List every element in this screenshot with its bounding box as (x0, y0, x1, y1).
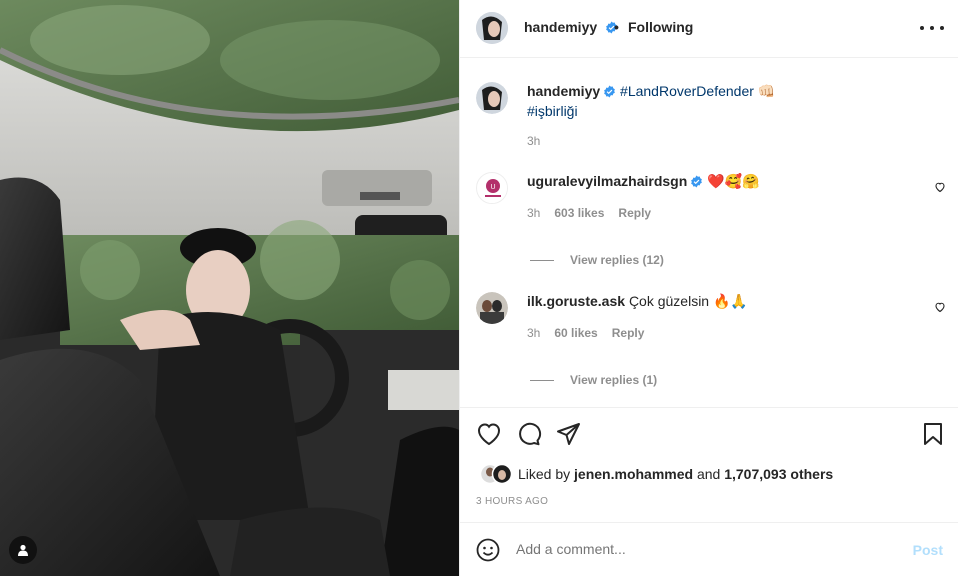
divider-line (530, 379, 554, 381)
caption-meta: 3h (527, 134, 540, 148)
likes-count[interactable]: 1,707,093 others (724, 466, 833, 482)
hashtag-link[interactable]: #işbirliği (527, 103, 578, 119)
comments-section[interactable]: handemiyy #LandRoverDefender 👊🏻 #işbirli… (460, 59, 958, 407)
following-button[interactable]: Following (628, 19, 693, 35)
reply-button[interactable]: Reply (612, 326, 645, 340)
caption-row: handemiyy #LandRoverDefender 👊🏻 #işbirli… (476, 82, 946, 152)
caption-text: handemiyy #LandRoverDefender 👊🏻 #işbirli… (527, 82, 927, 120)
heart-icon[interactable] (934, 300, 946, 318)
commenter-username[interactable]: ilk.goruste.ask (527, 293, 625, 309)
separator-dot: • (614, 19, 619, 35)
comment-item: U uguralevyilmazhairdsgn ❤️🥰🤗 3h 603 like… (476, 172, 946, 272)
comment-time[interactable]: 3h (527, 326, 540, 340)
more-options-icon[interactable] (920, 18, 944, 38)
svg-text:U: U (490, 184, 495, 191)
emoji-icon[interactable] (476, 538, 500, 567)
author-username[interactable]: handemiyy (524, 19, 597, 35)
comment-time[interactable]: 3h (527, 206, 540, 220)
comment-text: ilk.goruste.ask Çok güzelsin 🔥🙏 (527, 292, 927, 310)
bookmark-icon[interactable] (922, 422, 944, 451)
comment-body: ❤️🥰🤗 (707, 173, 760, 189)
liked-by-avatars[interactable] (476, 463, 516, 485)
heart-icon[interactable] (476, 422, 502, 451)
divider-line (530, 259, 554, 261)
verified-badge-icon (603, 84, 616, 102)
view-replies-button[interactable]: View replies (12) (530, 253, 664, 267)
liked-by-prefix: Liked by (518, 466, 571, 482)
post-photo[interactable] (0, 0, 459, 576)
hashtag-link[interactable]: #LandRoverDefender (620, 83, 754, 99)
comment-body: Çok güzelsin 🔥🙏 (628, 293, 748, 309)
comment-meta: 3h 603 likes Reply (527, 206, 651, 220)
liked-by-user[interactable]: jenen.mohammed (574, 466, 693, 482)
view-replies-label: View replies (1) (570, 373, 658, 387)
post-comment-button[interactable]: Post (913, 542, 943, 558)
liked-by: Liked by jenen.mohammed and 1,707,093 ot… (476, 463, 833, 485)
user-tag-icon[interactable] (9, 536, 37, 564)
commenter-avatar[interactable]: U (476, 172, 508, 204)
share-icon[interactable] (556, 422, 582, 451)
car-interior-photo (0, 0, 459, 576)
post-timestamp[interactable]: 3 HOURS AGO (476, 496, 548, 507)
commenter-avatar[interactable] (476, 292, 508, 324)
verified-badge-icon (690, 174, 703, 192)
view-replies-label: View replies (12) (570, 253, 664, 267)
liked-by-conj: and (696, 466, 721, 482)
comment-meta: 3h 60 likes Reply (527, 326, 644, 340)
comment-item: ilk.goruste.ask Çok güzelsin 🔥🙏 3h 60 lik… (476, 292, 946, 392)
reply-button[interactable]: Reply (618, 206, 651, 220)
comment-icon[interactable] (516, 422, 542, 451)
post-header: handemiyy • Following (460, 0, 958, 58)
post-details-panel: handemiyy • Following handemiyy #LandRov… (459, 0, 958, 576)
heart-icon[interactable] (934, 180, 946, 198)
commenter-username[interactable]: uguralevyilmazhairdsgn (527, 173, 687, 189)
caption-username[interactable]: handemiyy (527, 83, 600, 99)
add-comment-bar: Post (460, 522, 958, 576)
comment-likes[interactable]: 603 likes (554, 206, 604, 220)
view-replies-button[interactable]: View replies (1) (530, 373, 657, 387)
comment-likes[interactable]: 60 likes (554, 326, 597, 340)
caption-avatar[interactable] (476, 82, 508, 114)
author-avatar[interactable] (476, 12, 508, 44)
comment-text: uguralevyilmazhairdsgn ❤️🥰🤗 (527, 172, 927, 192)
caption-time[interactable]: 3h (527, 134, 540, 148)
comment-input[interactable] (516, 541, 896, 557)
caption-emoji: 👊🏻 (757, 83, 776, 99)
post-actions: Liked by jenen.mohammed and 1,707,093 ot… (460, 407, 958, 522)
